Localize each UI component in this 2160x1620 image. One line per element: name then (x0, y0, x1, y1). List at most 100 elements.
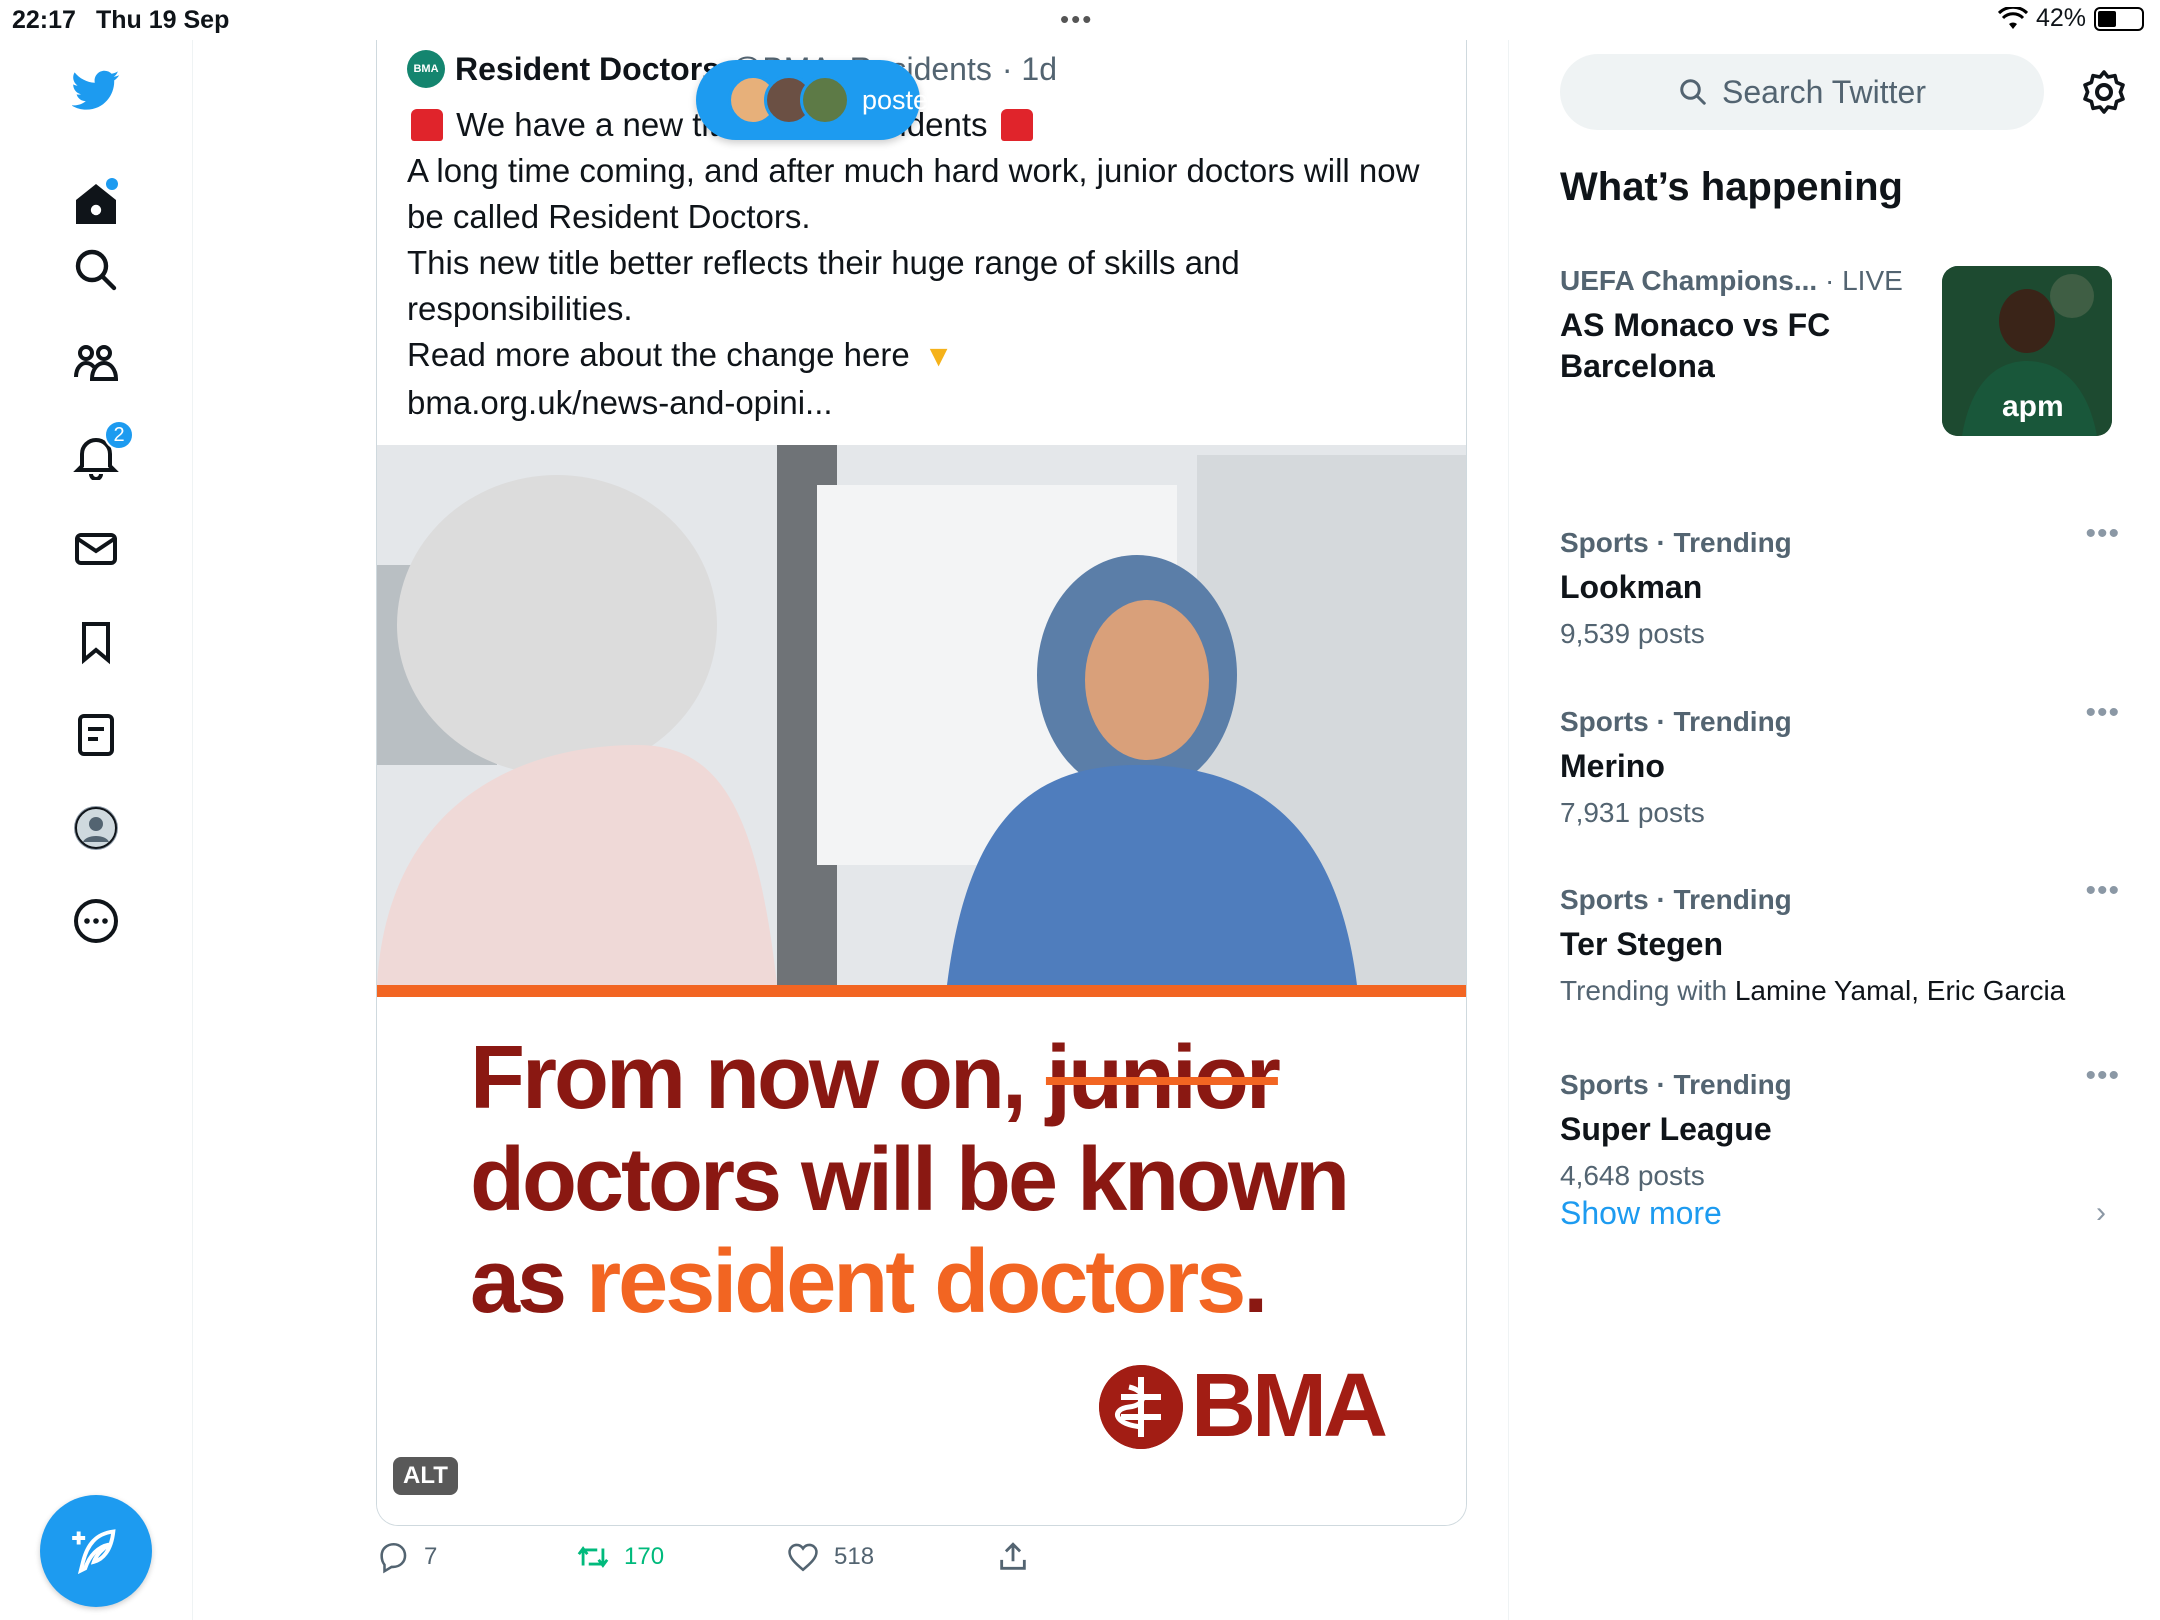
bma-logo: BMA (1099, 1355, 1388, 1458)
doctor-patient-photo (377, 445, 1466, 985)
trend-item[interactable]: Sports · Trending Ter Stegen Trending wi… (1560, 874, 2120, 1007)
caption-part-a: From now on, (470, 1028, 1046, 1128)
trend-name: Lookman (1560, 569, 1703, 605)
caption-part-c: as (470, 1232, 587, 1332)
left-navigation: 2 (0, 40, 193, 1620)
trend-item[interactable]: Sports · Trending Super League 4,648 pos… (1560, 1059, 2120, 1192)
image-caption-area: From now on, junior doctors will be know… (377, 997, 1466, 1525)
mail-icon (75, 533, 117, 565)
compose-icon (72, 1529, 116, 1575)
twitter-bird-icon[interactable] (66, 60, 126, 120)
home-nav-button[interactable] (66, 174, 126, 234)
compose-tweet-button[interactable] (40, 1495, 152, 1607)
notifications-badge: 2 (104, 420, 134, 450)
trend-live-title: AS Monaco vs FC Barcelona (1560, 307, 1831, 384)
alt-text-badge[interactable]: ALT (393, 1457, 458, 1495)
right-sidebar: Search Twitter What’s happening UEFA Cha… (1510, 40, 2160, 1620)
retweet-button[interactable]: 170 (576, 1540, 664, 1574)
author-name[interactable]: Resident Doctors (455, 51, 720, 88)
trend-more-icon[interactable]: ••• (2085, 517, 2120, 551)
search-icon (75, 249, 117, 291)
status-right: 42% (1997, 4, 2144, 33)
footballer-photo: apm (1942, 266, 2112, 436)
author-avatar[interactable]: BMA (407, 50, 445, 88)
trend-meta: 7,931 posts (1560, 797, 1705, 828)
trend-more-icon[interactable]: ••• (2085, 696, 2120, 730)
orange-divider (377, 985, 1466, 997)
search-input[interactable]: Search Twitter (1560, 54, 2044, 130)
share-button[interactable] (996, 1540, 1030, 1574)
live-tag: · LIVE (1817, 265, 1903, 296)
profile-icon (74, 806, 118, 850)
search-icon (1680, 79, 1706, 105)
caption-part-d: . (1243, 1232, 1268, 1332)
communities-nav-button[interactable] (66, 333, 126, 393)
communities-icon (74, 345, 119, 381)
trend-category: Sports · Trending (1560, 884, 1792, 915)
trend-live-item[interactable]: UEFA Champions... · LIVE AS Monaco vs FC… (1560, 265, 1920, 387)
live-category: UEFA Champions... (1560, 265, 1818, 296)
caption-highlight: resident doctors (586, 1232, 1246, 1332)
bookmarks-nav-button[interactable] (66, 612, 126, 672)
status-bar: 22:17 Thu 19 Sep ••• 42% (0, 0, 2160, 40)
trend-live-thumbnail[interactable]: apm (1942, 266, 2112, 436)
tweet-card[interactable]: BMA Resident Doctors @BMA_Residents · 1d… (376, 40, 1467, 1526)
notifications-nav-button[interactable]: 2 (66, 420, 134, 486)
timeline-column: BMA Resident Doctors @BMA_Residents · 1d… (193, 40, 1509, 1620)
tweet-line-3: This new title better reflects their hug… (407, 244, 1240, 327)
pill-label: posted (862, 84, 944, 115)
tweet-link[interactable]: bma.org.uk/news-and-opini... (407, 380, 1437, 426)
multitasking-dots-icon[interactable]: ••• (1060, 4, 1093, 35)
trend-item[interactable]: Sports · Trending Lookman 9,539 posts ••… (1560, 517, 2120, 650)
status-time: 22:17 (12, 6, 76, 34)
trend-live-category: UEFA Champions... · LIVE (1560, 265, 1920, 297)
like-button[interactable]: 518 (786, 1540, 874, 1574)
trend-meta: 9,539 posts (1560, 618, 1705, 649)
reply-icon (380, 1542, 407, 1574)
home-new-dot (106, 178, 118, 190)
trend-more-icon[interactable]: ••• (2085, 874, 2120, 908)
siren-emoji-icon (411, 109, 443, 141)
tweet-text: We have a new title: BMA Residents A lon… (407, 102, 1437, 426)
trend-item[interactable]: Sports · Trending Merino 7,931 posts ••• (1560, 696, 2120, 829)
show-more-link[interactable]: Show more (1560, 1195, 1722, 1232)
settings-icon[interactable] (2080, 68, 2128, 116)
more-nav-button[interactable] (66, 891, 126, 951)
trend-name: Super League (1560, 1111, 1772, 1147)
lists-nav-button[interactable] (66, 705, 126, 765)
pill-avatars (728, 75, 850, 125)
lists-icon (78, 714, 114, 756)
tweet-line-2: A long time coming, and after much hard … (407, 152, 1420, 235)
explore-nav-button[interactable] (66, 240, 126, 300)
tweet-image[interactable]: From now on, junior doctors will be know… (377, 445, 1466, 1525)
wifi-icon (1997, 6, 2028, 29)
profile-nav-button[interactable] (66, 798, 126, 858)
retweet-icon (577, 1546, 609, 1568)
retweet-count: 170 (624, 1543, 665, 1570)
bma-logo-text: BMA (1191, 1356, 1388, 1456)
tweet-time[interactable]: · 1d (1002, 51, 1057, 88)
whats-happening-title: What’s happening (1560, 165, 1903, 209)
new-posts-pill[interactable]: posted (696, 60, 943, 140)
trend-meta-prefix: Trending with (1560, 975, 1735, 1006)
caption-part-b: doctors will be known (470, 1130, 1350, 1230)
battery-icon (2094, 6, 2144, 31)
trend-more-icon[interactable]: ••• (2085, 1059, 2120, 1093)
pill-avatar (800, 75, 850, 125)
trend-category: Sports · Trending (1560, 1069, 1792, 1100)
trend-meta: 4,648 posts (1560, 1160, 1705, 1191)
trend-name: Merino (1560, 748, 1665, 784)
pointing-down-emoji-icon: ▼ (923, 340, 954, 373)
like-icon (788, 1543, 818, 1572)
trend-meta-with: Lamine Yamal, Eric Garcia (1734, 975, 2066, 1006)
reply-count: 7 (424, 1543, 438, 1570)
trend-category: Sports · Trending (1560, 706, 1792, 737)
caption-strikethrough: junior (1045, 1028, 1281, 1128)
chevron-right-icon[interactable]: › (2096, 1196, 2106, 1230)
more-icon (74, 899, 118, 943)
messages-nav-button[interactable] (66, 519, 126, 579)
reply-button[interactable]: 7 (376, 1540, 437, 1574)
tweet-actions: 7 170 518 (376, 1540, 1376, 1600)
image-caption: From now on, junior doctors will be know… (470, 1027, 1370, 1333)
trend-meta: Trending with Lamine Yamal, Eric Garcia (1560, 975, 2120, 1007)
